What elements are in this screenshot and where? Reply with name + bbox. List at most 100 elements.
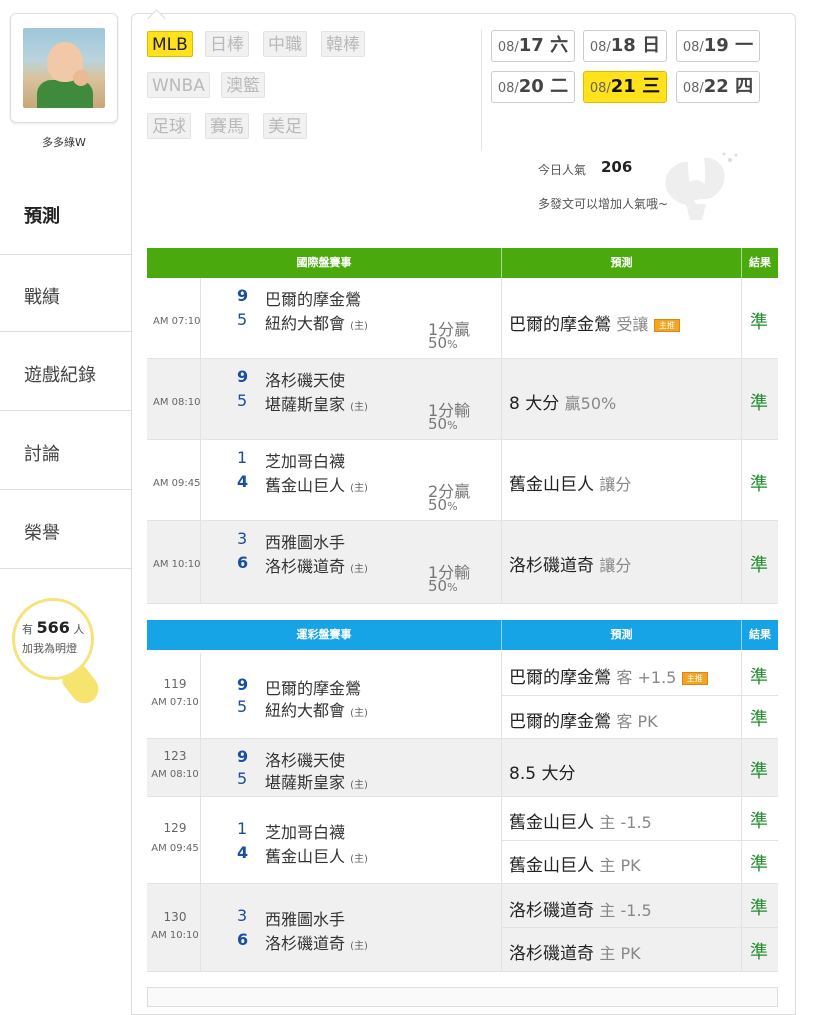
follow-lightbulb[interactable]: 有 566 人 加我為明燈 [8,598,126,710]
away-score: 1 [237,819,248,838]
date-0820[interactable]: 08/20 二 [491,71,575,103]
away-score: 9 [237,367,249,386]
spread-percent: 50% [428,496,458,514]
header-pred: 預測 [610,256,633,269]
date-0818[interactable]: 08/18 日 [583,30,667,62]
date-0819[interactable]: 08/19 一 [676,30,760,62]
tab-league-kbo[interactable]: 韓棒 [321,31,365,57]
spread-percent: 50% [428,577,458,595]
home-team: 洛杉磯道奇 (主) [265,557,368,576]
col-divider [501,278,502,358]
col-divider [200,739,201,796]
result-mark: 準 [750,854,768,875]
home-score: 4 [237,843,249,862]
table-row[interactable]: AM 10:10 3 西雅圖水手 6 洛杉磯道奇 (主) 1分輸 50% 洛杉磯… [147,521,778,604]
game-time: AM 09:45 [153,478,201,489]
prediction: 8 大分 贏50% [509,394,617,414]
col-divider [200,797,201,883]
result-mark: 準 [750,667,768,688]
nav-item-honor[interactable]: 榮譽 [0,491,131,569]
home-score: 6 [237,553,249,572]
home-score: 6 [237,930,249,949]
intl-table-header: 國際盤賽事 預測 結果 [147,248,778,278]
fan-count-text: 有 566 人 [22,618,85,637]
tab-league-mlb[interactable]: MLB [147,31,193,57]
col-divider [501,359,502,439]
tab-league-npb[interactable]: 日棒 [205,31,249,57]
result-mark: 準 [750,898,768,919]
table-row[interactable]: AM 09:45 1 芝加哥白襪 4 舊金山巨人 (主) 2分贏 50% 舊金山… [147,440,778,521]
table-row[interactable]: AM 08:10 9 洛杉磯天使 5 堪薩斯皇家 (主) 1分輸 50% 8 大… [147,359,778,440]
username[interactable]: 多多綠W [10,134,118,150]
avatar-card[interactable] [10,13,118,123]
nav-item-game-log[interactable]: 遊戲紀錄 [0,333,131,411]
result-mark: 準 [750,709,768,730]
away-team: 巴爾的摩金鶯 [265,290,362,309]
game-time: AM 10:10 [153,559,201,570]
table-row[interactable]: 123 AM 08:10 9 洛杉磯天使 5 堪薩斯皇家 (主) 8.5 大分 … [147,739,778,797]
prediction: 舊金山巨人 主 PK [509,856,641,876]
header-pred: 預測 [610,628,633,641]
nav-item-discuss[interactable]: 討論 [0,412,131,490]
nav-item-predict[interactable]: 預測 [0,174,131,252]
away-team: 洛杉磯天使 [265,371,346,390]
spread-percent: 50% [428,334,458,352]
away-team: 西雅圖水手 [265,910,346,929]
home-score: 5 [237,697,248,716]
tab-league-soccer[interactable]: 足球 [147,113,191,139]
home-score: 5 [237,391,248,410]
game-time: AM 09:45 [151,843,199,854]
table-row[interactable]: 129 AM 09:45 1 芝加哥白襪 4 舊金山巨人 (主) 舊金山巨人 主… [147,797,778,884]
col-divider [501,440,502,520]
home-score: 5 [237,310,248,329]
table-row[interactable]: 119 AM 07:10 9 巴爾的摩金鶯 5 紐約大都會 (主) 巴爾的摩金鶯… [147,653,778,739]
tab-league-cpbl[interactable]: 中職 [263,31,307,57]
comment-box[interactable] [147,987,778,1007]
away-score: 1 [237,448,248,467]
lottery-table-header: 運彩盤賽事 預測 結果 [147,620,778,650]
away-team: 洛杉磯天使 [265,751,346,770]
result-mark: 準 [750,942,768,963]
header-game: 國際盤賽事 [296,256,352,269]
nav-item-record[interactable]: 戰績 [0,254,131,332]
spread-percent: 50% [428,415,458,433]
away-score: 9 [237,747,249,766]
tab-league-nbl[interactable]: 澳籃 [221,72,265,98]
prediction: 巴爾的摩金鶯 客 +1.5 主推 [509,663,708,688]
date-0822[interactable]: 08/22 四 [676,71,760,103]
away-team: 巴爾的摩金鶯 [265,679,362,698]
intl-table: 國際盤賽事 預測 結果 AM 07:10 9 巴爾的摩金鶯 5 紐約大都會 (主… [147,248,778,604]
away-score: 3 [237,906,248,925]
header-divider [481,30,482,150]
table-row[interactable]: AM 07:10 9 巴爾的摩金鶯 5 紐約大都會 (主) 1分贏 50% 巴爾… [147,278,778,359]
follow-caption: 加我為明燈 [22,642,77,655]
home-team: 堪薩斯皇家 (主) [265,773,368,792]
tab-league-wnba[interactable]: WNBA [147,72,210,98]
prediction: 洛杉磯道奇 主 -1.5 [509,901,652,921]
main-pick-badge: 主推 [653,319,680,332]
home-score: 5 [237,769,248,788]
prediction: 舊金山巨人 主 -1.5 [509,813,652,833]
date-0821[interactable]: 08/21 三 [583,71,667,103]
header-game: 運彩盤賽事 [296,628,352,641]
home-team: 舊金山巨人 (主) [265,476,368,495]
table-row[interactable]: 130 AM 10:10 3 西雅圖水手 6 洛杉磯道奇 (主) 洛杉磯道奇 主… [147,884,778,972]
col-divider [501,739,502,796]
header-result: 結果 [749,256,771,269]
away-score: 9 [237,675,249,694]
home-team: 堪薩斯皇家 (主) [265,395,368,414]
tab-league-nfl[interactable]: 美足 [263,113,307,139]
col-divider [200,653,201,738]
angel-decoration-icon [665,152,738,220]
home-team: 紐約大都會 (主) [265,314,368,333]
game-number: 119 [163,677,187,691]
prediction: 洛杉磯道奇 讓分 [509,556,632,576]
date-0817[interactable]: 08/17 六 [491,30,575,62]
tab-league-horse[interactable]: 賽馬 [205,113,249,139]
game-number: 123 [163,749,187,763]
avatar[interactable] [23,28,105,108]
prediction: 巴爾的摩金鶯 受讓 主推 [509,310,680,335]
result-mark: 準 [750,393,768,414]
away-team: 芝加哥白襪 [265,823,346,842]
result-mark: 準 [750,312,768,333]
